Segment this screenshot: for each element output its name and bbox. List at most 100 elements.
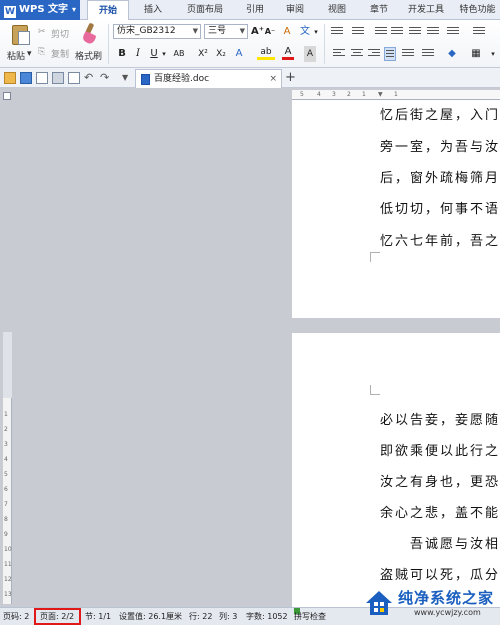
text-line: 忆后街之屋，入门 (380, 108, 500, 123)
ribbon-toolbar: 粘贴 ▾ ✂ 剪切 ⎘ 复制 格式刷 仿宋_GB2312 ▼ 三号 ▼ A⁺ A⁻ … (0, 20, 500, 68)
tab-page-layout[interactable]: 页面布局 (178, 0, 232, 20)
text-line: 汝之有身也，更恐 (380, 475, 500, 490)
status-section: 节: 1/1 (85, 612, 112, 621)
text-line: 必以告妾，妾愿随 (380, 413, 500, 428)
align-center-icon[interactable] (351, 49, 363, 59)
bold-button[interactable]: B (116, 46, 128, 62)
show-marks-icon[interactable] (447, 27, 459, 37)
format-painter-icon[interactable] (80, 22, 98, 46)
highlight-color-button[interactable]: ab (257, 46, 275, 60)
tab-developer-tools[interactable]: 开发工具 (403, 0, 449, 20)
ruler-tick: 5 (4, 471, 8, 478)
shading-icon[interactable]: ◆ (446, 46, 458, 62)
margin-crop-mark (370, 385, 380, 395)
tab-review[interactable]: 审阅 (277, 0, 313, 20)
line-spacing-icon[interactable] (409, 27, 421, 37)
text-effect-button[interactable]: A (233, 46, 245, 62)
redo-icon[interactable]: ↷ (100, 72, 112, 84)
ruler-tick: 10 (4, 546, 12, 553)
document-tab[interactable]: 百度经验.doc × (135, 69, 282, 88)
line-spacing-2-icon[interactable] (422, 49, 434, 59)
border-icon[interactable]: ▦ (470, 46, 482, 62)
new-tab-plus-icon[interactable]: + (285, 69, 296, 87)
ruler-tick: 11 (4, 561, 12, 568)
paste-button[interactable] (6, 23, 34, 47)
numbered-list-icon[interactable] (352, 27, 364, 37)
clear-format-button[interactable]: A (281, 24, 293, 40)
chevron-down-icon[interactable]: ▾ (160, 46, 168, 62)
print-preview-icon[interactable] (68, 72, 80, 84)
justify-icon[interactable] (384, 47, 396, 61)
ruler-tick: 12 (4, 576, 12, 583)
ruler-tick: 2 (347, 91, 351, 98)
italic-button[interactable]: I (132, 46, 144, 62)
tab-special-features[interactable]: 特色功能 (455, 0, 500, 20)
chevron-down-icon[interactable]: ▾ (488, 46, 498, 62)
cut-button[interactable]: 剪切 (51, 27, 69, 40)
tab-references[interactable]: 引用 (237, 0, 273, 20)
annotation-highlight-box (34, 608, 81, 625)
undo-icon[interactable]: ↶ (84, 72, 96, 84)
document-page-2[interactable]: 必以告妾，妾愿随 即欲乘便以此行之 汝之有身也，更恐 余心之悲，盖不能 吾诚愿与… (292, 333, 500, 607)
status-column: 列: 3 (219, 612, 238, 621)
subscript-button[interactable]: X₂ (214, 46, 228, 62)
tab-view[interactable]: 视图 (319, 0, 355, 20)
wps-app-menu-button[interactable]: W WPS 文字 ▾ (0, 0, 80, 20)
text-line: 余心之悲，盖不能 (380, 506, 500, 521)
font-size-select[interactable]: 三号 ▼ (204, 24, 248, 39)
strikethrough-button[interactable]: AB (171, 46, 187, 62)
decrease-indent-icon[interactable] (375, 27, 387, 37)
watermark-title: 纯净系统之家 (398, 589, 495, 607)
indent-marker-icon[interactable]: ▼ (378, 91, 383, 98)
customize-quick-access-icon[interactable]: ▼ (122, 72, 134, 84)
underline-button[interactable]: U (148, 46, 160, 62)
char-shading-button[interactable]: A (304, 46, 316, 62)
tab-stop-selector[interactable] (3, 92, 11, 100)
chevron-down-icon: ▼ (192, 27, 198, 35)
table-icon[interactable] (473, 27, 485, 37)
tab-chapter[interactable]: 章节 (361, 0, 397, 20)
ruler-tick: 9 (4, 531, 8, 538)
house-logo-icon (366, 591, 392, 615)
open-folder-icon[interactable] (4, 72, 16, 84)
align-right-icon[interactable] (368, 49, 380, 59)
text-line: 低切切，何事不语 (380, 202, 500, 217)
grow-font-button[interactable]: A⁺ (251, 24, 264, 40)
horizontal-ruler[interactable]: 5 4 3 2 1 ▼ 1 (292, 90, 500, 100)
copy-button[interactable]: 复制 (51, 47, 69, 60)
tab-insert[interactable]: 插入 (134, 0, 172, 20)
chevron-down-icon: ▼ (239, 27, 245, 35)
chevron-down-icon[interactable]: ▾ (312, 24, 320, 40)
shrink-font-button[interactable]: A⁻ (264, 24, 276, 40)
sort-icon[interactable] (427, 27, 439, 37)
ruler-tick: 8 (4, 516, 8, 523)
ruler-tick: 5 (300, 91, 304, 98)
font-name-select[interactable]: 仿宋_GB2312 ▼ (113, 24, 201, 39)
text-line: 旁一室，为吾与汝 (380, 140, 500, 155)
paste-dropdown-icon[interactable]: ▾ (27, 49, 32, 59)
word-document-icon (141, 74, 150, 85)
text-line: 忆六七年前，吾之 (380, 234, 500, 249)
align-left-icon[interactable] (333, 49, 345, 59)
font-color-button[interactable]: A (282, 46, 294, 60)
document-page-1[interactable]: 忆后街之屋，入门 旁一室，为吾与汝 后，窗外疏梅筛月 低切切，何事不语 忆六七年… (292, 100, 500, 318)
watermark-logo: 纯净系统之家 www.ycwjzy.com (362, 584, 500, 625)
status-setting-value: 设置值: 26.1厘米 (119, 612, 183, 621)
paste-label[interactable]: 粘贴 (7, 49, 25, 62)
export-pdf-icon[interactable] (36, 72, 48, 84)
distributed-align-icon[interactable] (402, 49, 414, 59)
ruler-tick: 3 (4, 441, 8, 448)
phonetic-guide-button[interactable]: 文 (298, 24, 312, 40)
quick-access-bar: ↶ ↷ ▼ 百度经验.doc × + (0, 68, 500, 88)
save-icon[interactable] (20, 72, 32, 84)
print-icon[interactable] (52, 72, 64, 84)
close-icon[interactable]: × (269, 70, 277, 88)
status-row: 行: 22 (189, 612, 213, 621)
format-painter-button[interactable]: 格式刷 (75, 49, 102, 62)
increase-indent-icon[interactable] (391, 27, 403, 37)
superscript-button[interactable]: X² (196, 46, 210, 62)
menu-tab-strip: W WPS 文字 ▾ 开始 插入 页面布局 引用 审阅 视图 章节 开发工具 特色… (0, 0, 500, 21)
status-word-count[interactable]: 字数: 1052 (246, 608, 288, 625)
tab-home[interactable]: 开始 (87, 0, 129, 21)
bullet-list-icon[interactable] (331, 27, 343, 37)
